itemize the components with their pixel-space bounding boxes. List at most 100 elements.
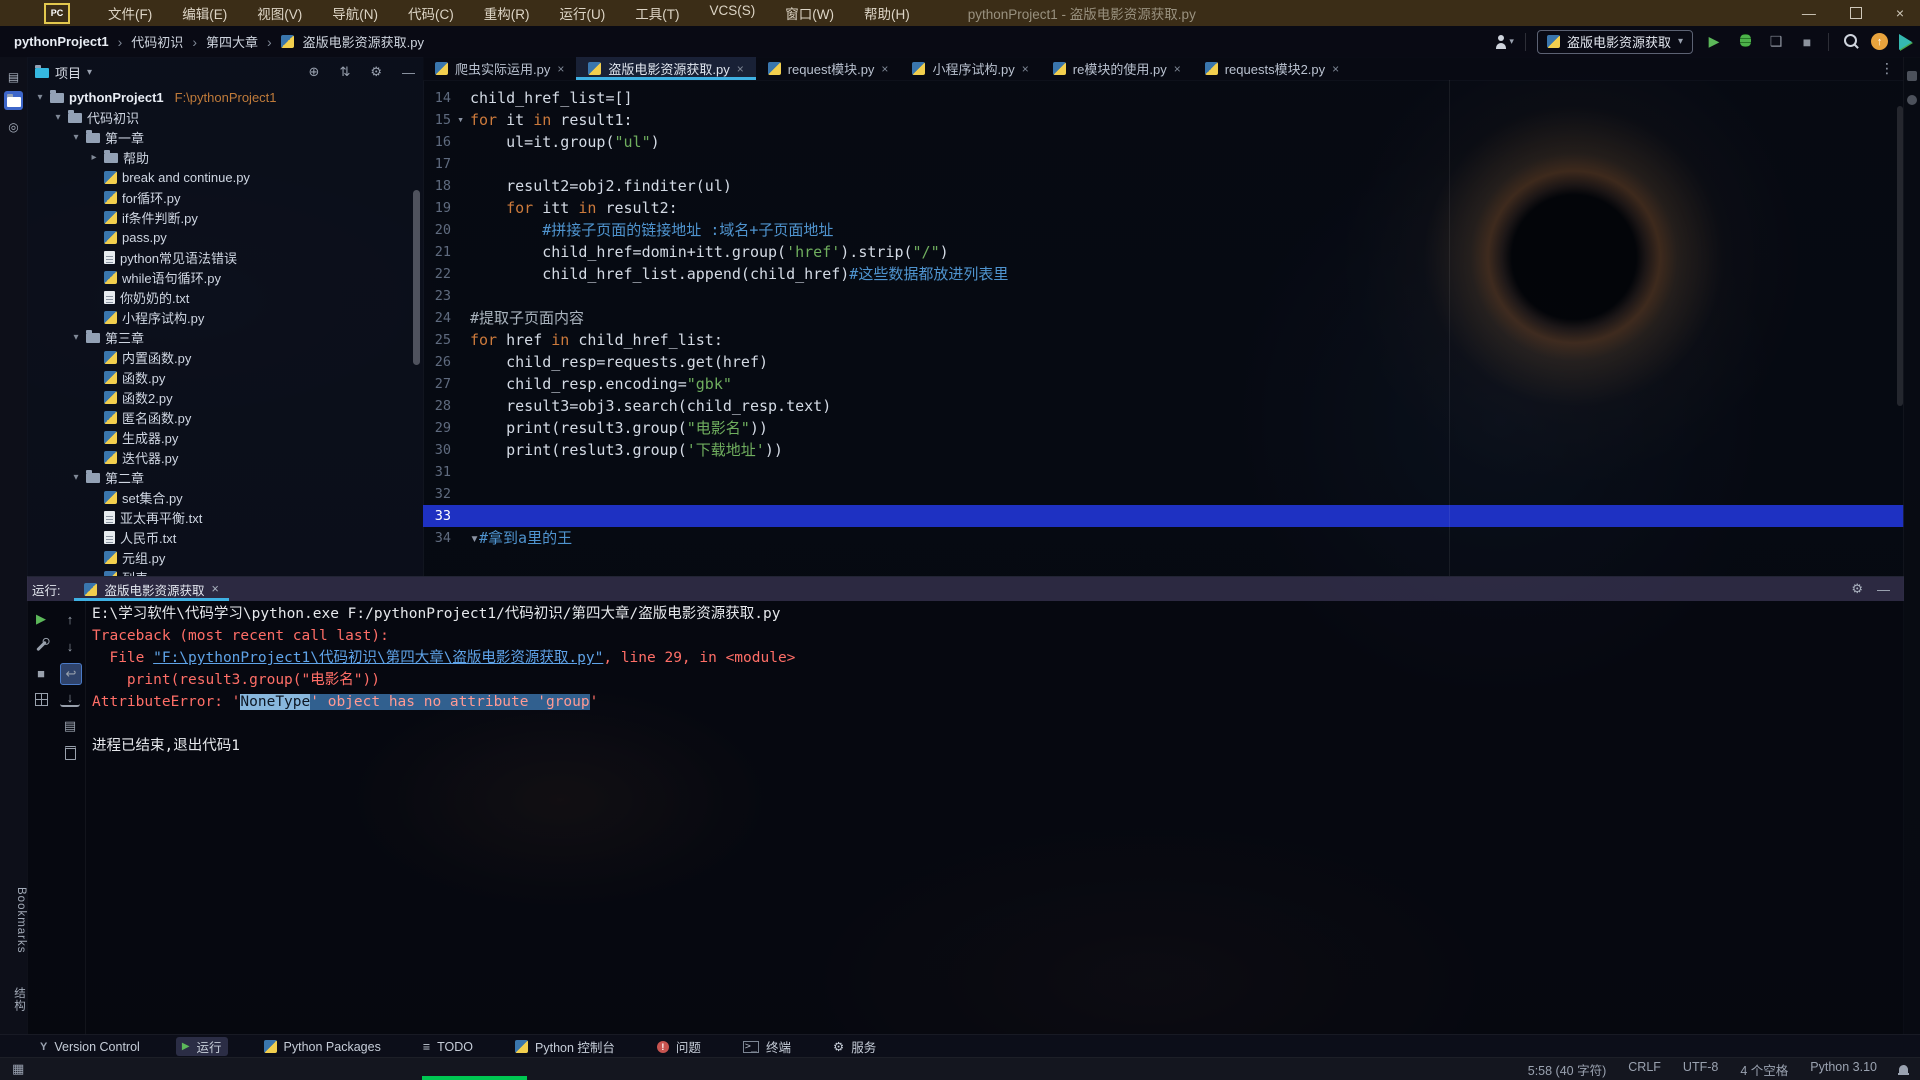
minimize-window-icon[interactable]: — <box>1802 5 1816 21</box>
profiler-button[interactable]: ❑ <box>1766 33 1786 50</box>
traceback-link[interactable]: "F:\pythonProject1\代码初识\第四大章\盗版电影资源获取.py… <box>153 650 603 666</box>
tree-item-folder[interactable]: ▾代码初识 <box>27 107 423 127</box>
menu-item[interactable]: 视图(V) <box>257 3 302 23</box>
breadcrumb-item[interactable]: 代码初识 <box>131 32 183 51</box>
window-tab-icon[interactable]: ▤ <box>4 67 23 86</box>
maximize-window-icon[interactable] <box>1850 7 1862 19</box>
run-tab[interactable]: 盗版电影资源获取 × <box>74 577 228 601</box>
editor-tab[interactable]: 小程序试构.py× <box>900 57 1040 80</box>
update-icon[interactable]: ↑ <box>1871 33 1888 50</box>
tree-item-py[interactable]: if条件判断.py <box>27 207 423 227</box>
breadcrumb-item[interactable]: pythonProject1 <box>14 34 109 49</box>
editor-tab[interactable]: requests模块2.py× <box>1193 57 1351 80</box>
toolwindow-终端[interactable]: >_终端 <box>737 1037 797 1056</box>
menu-item[interactable]: 重构(R) <box>484 3 530 23</box>
close-icon[interactable]: × <box>212 582 219 596</box>
tree-item-py[interactable]: 迭代器.py <box>27 447 423 467</box>
tree-item-txt[interactable]: 你奶奶的.txt <box>27 287 423 307</box>
status-caret-position[interactable]: 5:58 (40 字符) <box>1528 1060 1607 1079</box>
hide-panel-icon[interactable]: — <box>1877 582 1890 597</box>
tree-item-py[interactable]: set集合.py <box>27 487 423 507</box>
menu-item[interactable]: VCS(S) <box>710 3 756 23</box>
close-tab-icon[interactable]: × <box>881 62 888 76</box>
toolwindow-问题[interactable]: !问题 <box>651 1037 707 1056</box>
menu-item[interactable]: 文件(F) <box>108 3 152 23</box>
project-view-title[interactable]: 项目 <box>55 63 81 82</box>
toolwindow-运行[interactable]: ▶运行 <box>176 1037 228 1056</box>
more-tabs-icon[interactable]: ⋮ <box>1870 57 1904 80</box>
tree-item-py[interactable]: 函数2.py <box>27 387 423 407</box>
gear-icon[interactable]: ⚙ <box>1851 581 1863 597</box>
status-indent-style[interactable]: 4 个空格 <box>1740 1060 1788 1079</box>
tree-item-root[interactable]: ▾pythonProject1F:\pythonProject1 <box>27 87 423 107</box>
tree-item-py[interactable]: break and continue.py <box>27 167 423 187</box>
run-button[interactable]: ▶ <box>1704 33 1724 50</box>
down-stack-trace-icon[interactable]: ↓ <box>60 636 80 656</box>
close-tab-icon[interactable]: × <box>1174 62 1181 76</box>
menu-item[interactable]: 运行(U) <box>560 3 606 23</box>
collapse-all-icon[interactable]: ⇅ <box>339 64 350 80</box>
print-icon[interactable]: ▤ <box>60 716 80 736</box>
toolwindow-todo[interactable]: ≡TODO <box>417 1037 479 1056</box>
status-python-interpreter[interactable]: Python 3.10 <box>1810 1060 1877 1079</box>
tree-item-folder[interactable]: ▾第一章 <box>27 127 423 147</box>
tree-item-py[interactable]: 小程序试构.py <box>27 307 423 327</box>
toolwindow-python-packages[interactable]: Python Packages <box>258 1037 387 1056</box>
tree-toggle-icon[interactable]: ▾ <box>53 112 63 123</box>
search-icon[interactable] <box>1840 34 1860 50</box>
up-stack-trace-icon[interactable]: ↑ <box>60 609 80 629</box>
tree-item-py[interactable]: 内置函数.py <box>27 347 423 367</box>
menu-item[interactable]: 编辑(E) <box>182 3 227 23</box>
stop-button[interactable]: ■ <box>31 663 51 683</box>
close-tab-icon[interactable]: × <box>1022 62 1029 76</box>
tree-item-txt[interactable]: 人民币.txt <box>27 527 423 547</box>
assistant-icon[interactable] <box>1899 34 1912 50</box>
menu-item[interactable]: 工具(T) <box>635 3 679 23</box>
notifications-bell-icon[interactable] <box>1899 1065 1908 1073</box>
stop-button[interactable]: ■ <box>1797 34 1817 50</box>
menu-item[interactable]: 导航(N) <box>332 3 378 23</box>
tree-item-py[interactable]: pass.py <box>27 227 423 247</box>
chevron-down-icon[interactable]: ▾ <box>87 67 92 78</box>
fold-icon[interactable]: ▾ <box>451 109 470 131</box>
tree-toggle-icon[interactable]: ▸ <box>89 152 99 163</box>
editor-tab[interactable]: 爬虫实际运用.py× <box>423 57 576 80</box>
tree-item-py[interactable]: for循环.py <box>27 187 423 207</box>
menu-item[interactable]: 代码(C) <box>408 3 454 23</box>
debug-button[interactable] <box>1735 34 1755 50</box>
tree-item-py[interactable]: while语句循环.py <box>27 267 423 287</box>
breadcrumb-item[interactable]: 盗版电影资源获取.py <box>303 32 424 51</box>
clear-console-icon[interactable] <box>60 743 80 763</box>
soft-wrap-icon[interactable]: ↩ <box>60 663 82 685</box>
tree-item-py[interactable]: 匿名函数.py <box>27 407 423 427</box>
tree-item-txt[interactable]: python常见语法错误 <box>27 247 423 267</box>
close-tab-icon[interactable]: × <box>737 62 744 76</box>
modify-run-icon[interactable] <box>31 636 51 656</box>
menu-item[interactable]: 窗口(W) <box>785 3 834 23</box>
project-stripe-icon[interactable] <box>4 91 23 110</box>
close-tab-icon[interactable]: × <box>557 62 564 76</box>
editor-area[interactable]: 爬虫实际运用.py×盗版电影资源获取.py×request模块.py×小程序试构… <box>423 57 1904 576</box>
code-editor[interactable]: 14child_href_list=[]15▾for it in result1… <box>423 80 1904 576</box>
hide-panel-icon[interactable]: — <box>402 65 415 80</box>
close-window-icon[interactable]: × <box>1896 5 1904 21</box>
status-line-ending[interactable]: CRLF <box>1628 1060 1661 1079</box>
locate-file-icon[interactable]: ⊕ <box>309 64 320 80</box>
tree-item-folder[interactable]: ▾第三章 <box>27 327 423 347</box>
user-icon[interactable]: ▾ <box>1496 35 1514 49</box>
tree-item-py[interactable]: 列表.py <box>27 567 423 576</box>
toolwindow-python-控制台[interactable]: Python 控制台 <box>509 1037 621 1056</box>
breadcrumb-item[interactable]: 第四大章 <box>206 32 258 51</box>
close-tab-icon[interactable]: × <box>1332 62 1339 76</box>
tree-toggle-icon[interactable]: ▾ <box>35 92 45 103</box>
toolwindow-服务[interactable]: ⚙服务 <box>827 1037 882 1056</box>
tree-item-py[interactable]: 函数.py <box>27 367 423 387</box>
window-layout-icon[interactable]: ▦ <box>12 1061 24 1077</box>
editor-tab[interactable]: re模块的使用.py× <box>1041 57 1193 80</box>
tree-item-py[interactable]: 元组.py <box>27 547 423 567</box>
gear-icon[interactable]: ⚙ <box>370 64 382 80</box>
project-scrollbar[interactable] <box>413 190 420 365</box>
status-file-encoding[interactable]: UTF-8 <box>1683 1060 1718 1079</box>
notifications-icon[interactable] <box>1907 71 1917 81</box>
run-configuration-select[interactable]: 盗版电影资源获取 ▾ <box>1537 30 1693 54</box>
